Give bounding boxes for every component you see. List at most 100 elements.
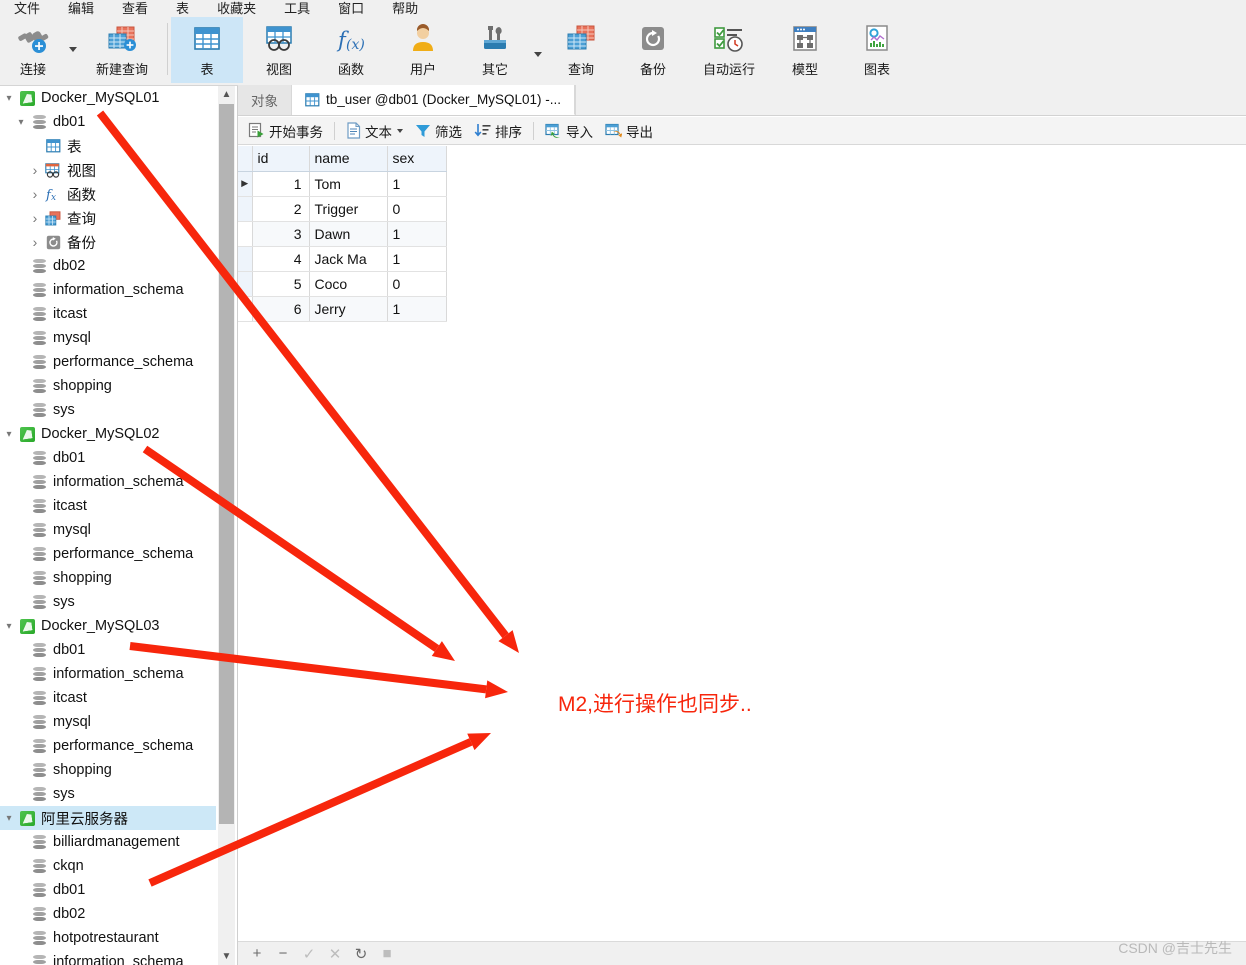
connection-dropdown[interactable] [66, 17, 80, 83]
cell-name[interactable]: Tom [309, 171, 388, 197]
stop-icon[interactable]: ■ [376, 943, 398, 965]
scroll-down-icon[interactable]: ▼ [218, 948, 235, 965]
tree-node[interactable]: itcast [0, 686, 216, 710]
ribbon-button-other[interactable]: 其它 [459, 17, 531, 83]
chevron-right-icon[interactable]: › [28, 210, 42, 226]
cell-sex[interactable]: 1 [387, 296, 447, 322]
tree-node[interactable]: sys [0, 590, 216, 614]
table-row[interactable]: 6 Jerry 1 [238, 296, 447, 322]
tree-node[interactable]: › f x 函数 [0, 182, 216, 206]
text-button[interactable]: 文本 [340, 119, 409, 143]
cell-id[interactable]: 4 [252, 246, 310, 272]
tree-node[interactable]: 表 [0, 134, 216, 158]
tree-node[interactable]: ▾ Docker_MySQL03 [0, 614, 216, 638]
row-gutter[interactable] [238, 246, 253, 272]
table-row[interactable]: 5 Coco 0 [238, 271, 447, 297]
cell-name[interactable]: Coco [309, 271, 388, 297]
table-row[interactable]: 3 Dawn 1 [238, 221, 447, 247]
chevron-right-icon[interactable]: › [28, 186, 42, 202]
tree-node[interactable]: information_schema [0, 950, 216, 965]
cell-sex[interactable]: 1 [387, 171, 447, 197]
menu-item-table[interactable]: 表 [162, 0, 203, 17]
chevron-down-icon[interactable]: ▾ [14, 117, 28, 128]
cell-id[interactable]: 3 [252, 221, 310, 247]
tree-node[interactable]: information_schema [0, 278, 216, 302]
tree-node[interactable]: mysql [0, 326, 216, 350]
tree-node[interactable]: performance_schema [0, 734, 216, 758]
tree-node[interactable]: › 查询 [0, 206, 216, 230]
ribbon-button-backup[interactable]: 备份 [617, 17, 689, 83]
tree-node[interactable]: performance_schema [0, 542, 216, 566]
tree-node[interactable]: db01 [0, 638, 216, 662]
refresh-icon[interactable]: ↻ [350, 943, 372, 965]
delete-record-icon[interactable]: − [272, 943, 294, 965]
tree-node[interactable]: ▾ db01 [0, 110, 216, 134]
sidebar-scrollbar[interactable]: ▲ ▼ [218, 86, 235, 965]
tab-tb-user[interactable]: tb_user @db01 (Docker_MySQL01) -... [292, 85, 576, 115]
tree-node[interactable]: db02 [0, 254, 216, 278]
cell-id[interactable]: 1 [252, 171, 310, 197]
cell-sex[interactable]: 1 [387, 246, 447, 272]
tree-node[interactable]: mysql [0, 518, 216, 542]
menu-item-file[interactable]: 文件 [0, 0, 54, 17]
tree-node[interactable]: ckqn [0, 854, 216, 878]
tree-node[interactable]: ▾ Docker_MySQL01 [0, 86, 216, 110]
cell-name[interactable]: Jerry [309, 296, 388, 322]
column-header-name[interactable]: name [309, 146, 388, 172]
column-header-id[interactable]: id [252, 146, 310, 172]
ribbon-button-new-query[interactable]: 新建查询 [80, 17, 164, 83]
tree-node[interactable]: performance_schema [0, 350, 216, 374]
table-row[interactable]: 2 Trigger 0 [238, 196, 447, 222]
export-button[interactable]: 导出 [599, 119, 659, 143]
apply-change-icon[interactable]: ✓ [298, 943, 320, 965]
other-dropdown[interactable] [531, 17, 545, 83]
import-button[interactable]: 导入 [539, 119, 599, 143]
tree-node[interactable]: mysql [0, 710, 216, 734]
cancel-change-icon[interactable]: ✕ [324, 943, 346, 965]
tree-node[interactable]: billiardmanagement [0, 830, 216, 854]
tree-node[interactable]: hotpotrestaurant [0, 926, 216, 950]
ribbon-button-query[interactable]: 查询 [545, 17, 617, 83]
tree-node[interactable]: ▾ Docker_MySQL02 [0, 422, 216, 446]
current-row-indicator-icon[interactable]: ▶ [238, 171, 253, 197]
table-row[interactable]: ▶ 1 Tom 1 [238, 171, 447, 197]
chevron-down-icon[interactable]: ▾ [2, 813, 16, 824]
tree-node[interactable]: sys [0, 782, 216, 806]
menu-item-favorites[interactable]: 收藏夹 [203, 0, 270, 17]
column-header-sex[interactable]: sex [387, 146, 447, 172]
cell-sex[interactable]: 1 [387, 221, 447, 247]
tree-node[interactable]: information_schema [0, 470, 216, 494]
tree-node[interactable]: db01 [0, 878, 216, 902]
row-gutter[interactable] [238, 296, 253, 322]
cell-id[interactable]: 5 [252, 271, 310, 297]
ribbon-button-automation[interactable]: 自动运行 [689, 17, 769, 83]
chevron-down-icon[interactable]: ▾ [2, 429, 16, 440]
menu-item-help[interactable]: 帮助 [378, 0, 432, 17]
chevron-right-icon[interactable]: › [28, 162, 42, 178]
ribbon-button-user[interactable]: 用户 [387, 17, 459, 83]
chevron-down-icon[interactable]: ▾ [2, 93, 16, 104]
begin-transaction-button[interactable]: 开始事务 [242, 119, 329, 143]
row-gutter[interactable] [238, 221, 253, 247]
cell-id[interactable]: 2 [252, 196, 310, 222]
sort-button[interactable]: 排序 [468, 119, 528, 143]
ribbon-button-view[interactable]: 视图 [243, 17, 315, 83]
tree-node[interactable]: shopping [0, 374, 216, 398]
tree-node[interactable]: information_schema [0, 662, 216, 686]
data-grid[interactable]: id name sex ▶ 1 Tom 1 2 Trigger 0 3 Dawn 1 4 Jack M… [238, 146, 447, 322]
tree-node[interactable]: shopping [0, 566, 216, 590]
ribbon-button-table[interactable]: 表 [171, 17, 243, 83]
cell-id[interactable]: 6 [252, 296, 310, 322]
menu-item-tools[interactable]: 工具 [270, 0, 324, 17]
ribbon-button-model[interactable]: 模型 [769, 17, 841, 83]
chevron-down-icon[interactable] [397, 128, 403, 133]
add-record-icon[interactable]: + [246, 943, 268, 965]
cell-sex[interactable]: 0 [387, 196, 447, 222]
scroll-up-icon[interactable]: ▲ [218, 86, 235, 103]
tree-node[interactable]: itcast [0, 302, 216, 326]
filter-button[interactable]: 筛选 [409, 119, 468, 143]
row-gutter[interactable] [238, 271, 253, 297]
row-gutter[interactable] [238, 196, 253, 222]
scrollbar-thumb[interactable] [219, 104, 234, 824]
table-row[interactable]: 4 Jack Ma 1 [238, 246, 447, 272]
